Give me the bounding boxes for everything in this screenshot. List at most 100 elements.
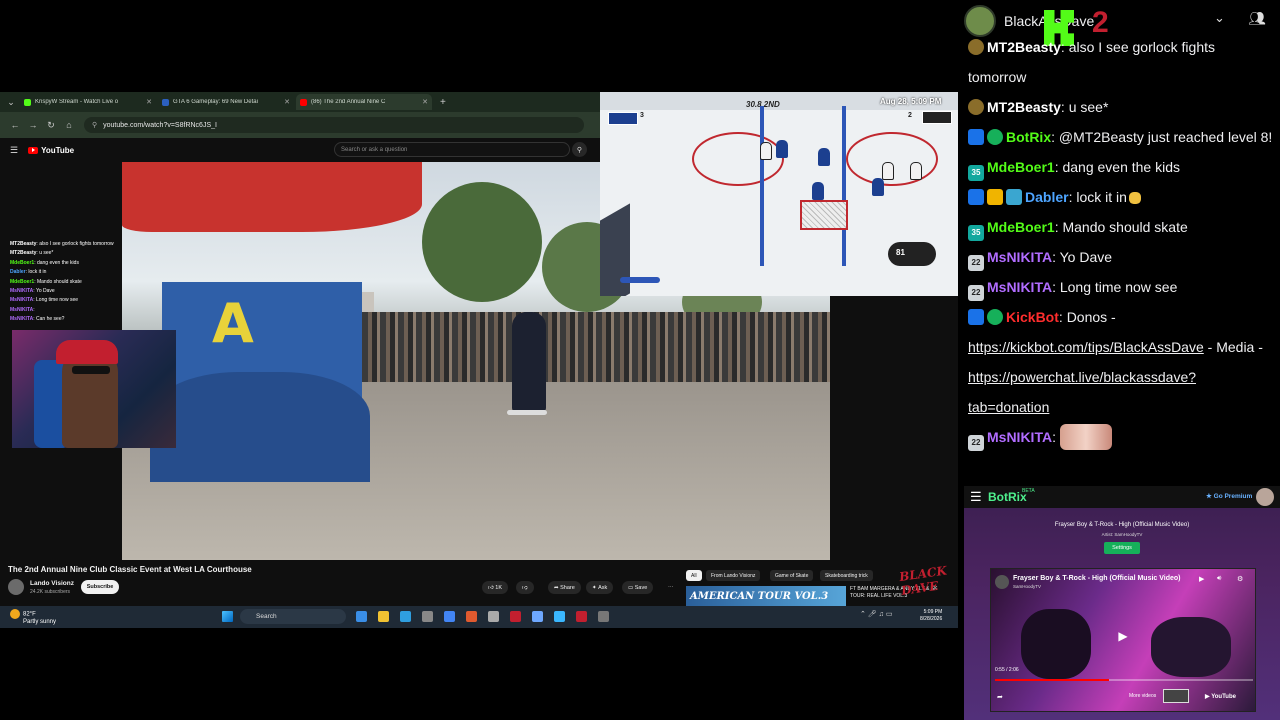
forward-arrow-icon[interactable]: → [24,120,42,130]
blue-line [760,106,764,266]
chat-username[interactable]: Dabler [1025,189,1069,205]
video-title: The 2nd Annual Nine Club Classic Event a… [8,565,252,574]
home-icon[interactable]: ⌂ [60,120,78,130]
save-button[interactable]: ▭ Save [622,581,654,594]
taskbar-search-label: Search [256,613,277,620]
share-icon: ➦ [554,584,559,591]
chat-text: lock it in [1076,189,1127,205]
taskbar-app-icon[interactable] [510,611,521,622]
filter-chip[interactable]: From Lando Visionz [706,570,761,581]
taskbar-app-icon[interactable] [598,611,609,622]
chat-username[interactable]: MsNIKITA [987,279,1052,295]
chat-username[interactable]: BotRix [1006,129,1051,145]
like-button[interactable]: 👍︎ 1K [482,581,509,594]
play-button-icon[interactable]: ▶ [1113,629,1133,649]
ask-button[interactable]: ✦ Ask [586,581,614,594]
chat-username[interactable]: KickBot [1006,309,1059,325]
taskbar-app-icon[interactable] [400,611,411,622]
tab-menu-chevron-icon[interactable]: ⌄ [4,95,18,109]
youtube-logo[interactable]: ▶ YouTube [1205,693,1236,700]
stream-layout: ⌄ KrispyW Stream - Watch Live o ✕ GTA 6 Ga… [0,0,1280,720]
graffiti-letter: A [212,292,254,355]
subscribe-button[interactable]: Subscribe [81,580,119,594]
botrix-name: BotRix [988,490,1027,504]
chevron-down-icon[interactable]: ⌄ [1214,10,1225,26]
subscriber-count: 24.2K subscribers [30,589,71,595]
skater-figure [512,312,546,412]
browser-tab[interactable]: KrispyW Stream - Watch Live o ✕ [20,94,156,110]
youtube-search-input[interactable]: Search or ask a question [334,142,570,157]
youtube-logo[interactable]: YouTube [28,146,74,155]
url-input[interactable]: ⚲ youtube.com/watch?v=S8fRNc6JS_I [84,117,584,133]
recommended-thumbnail[interactable]: AMERICAN TOUR VOL.3 [686,586,846,606]
browser-tab[interactable]: GTA 6 Gameplay: 69 New Detai ✕ [158,94,294,110]
more-videos-thumbnail[interactable] [1163,689,1189,703]
taskbar-app-icon[interactable] [378,611,389,622]
chat-username[interactable]: MdeBoer1 [987,159,1055,175]
search-icon[interactable]: ⚲ [572,142,587,157]
hockey-player [818,148,830,166]
site-info-icon[interactable]: ⚲ [92,121,97,129]
chat-link[interactable]: https://kickbot.com/tips/BlackAssDave [968,339,1204,355]
menu-hamburger-icon[interactable]: ☰ [10,145,18,156]
chat-username[interactable]: MsNIKITA [987,429,1052,445]
youtube-logo-text: YouTube [41,145,75,155]
more-actions-button[interactable]: ⋯ [662,581,680,594]
taskbar-app-icon[interactable] [422,611,433,622]
channel-avatar[interactable] [8,579,24,595]
share-button[interactable]: ➦ Share [548,581,581,594]
taskbar-app-icon[interactable] [554,611,565,622]
taskbar-app-icon[interactable] [356,611,367,622]
settings-gear-icon[interactable]: ⚙ [1237,575,1243,583]
system-tray-icons[interactable]: ⌃ 🎤︎ ♫ ▭ [860,610,892,618]
volume-icon[interactable]: 🔊︎ [1217,575,1221,583]
menu-hamburger-icon[interactable]: ☰ [970,489,982,505]
taskbar-app-icon[interactable] [444,611,455,622]
chat-username[interactable]: MdeBoer1 [987,219,1055,235]
close-tab-icon[interactable]: ✕ [146,98,152,106]
embed-channel[interactable]: SamHoodyTV [1013,584,1041,589]
taskbar-search[interactable]: Search [240,609,346,624]
weather-widget[interactable]: 82°F Partly sunny [10,609,56,626]
embed-progress-bar[interactable] [995,679,1253,681]
taskbar-app-icon[interactable] [576,611,587,622]
settings-button[interactable]: Settings [1104,542,1140,554]
more-videos-label[interactable]: More videos [1129,693,1156,699]
go-premium-link[interactable]: ★ Go Premium [1206,492,1252,500]
dislike-button[interactable]: 👎︎ [516,581,534,594]
ask-label: Ask [598,584,608,591]
taskbar-clock[interactable]: 5:09 PM 8/28/2026 [920,609,942,623]
windows-start-icon[interactable] [222,611,233,622]
chat-link[interactable]: https://powerchat.live/blackassdave?tab=… [968,369,1196,415]
chat-username[interactable]: MsNIKITA [987,249,1052,265]
channel-name[interactable]: Lando Visionz [30,580,74,587]
embed-title[interactable]: Frayser Boy & T-Rock - High (Official Mu… [1013,575,1181,582]
share-icon[interactable]: ➦ [997,693,1003,701]
user-avatar[interactable] [1256,488,1274,506]
mod-badge-icon [968,189,984,205]
taskbar-app-icon[interactable] [488,611,499,622]
chat-colon: : [1058,309,1067,325]
save-label: Save [634,584,648,591]
player-rating-badge: 81 [888,242,936,266]
new-tab-plus-icon[interactable]: + [440,97,446,108]
filter-chip[interactable]: Skateboarding trick [820,570,873,581]
taskbar-app-icon[interactable] [466,611,477,622]
play-small-icon[interactable]: ▶ [1199,575,1204,583]
music-video-embed[interactable]: Frayser Boy & T-Rock - High (Official Mu… [990,568,1256,712]
back-arrow-icon[interactable]: ← [6,120,24,130]
filter-chip[interactable]: Game of Skate [770,570,814,581]
close-tab-icon[interactable]: ✕ [422,98,428,106]
filter-chip[interactable]: All [686,570,702,581]
users-icon[interactable]: 👥︎ [1248,10,1266,27]
verified-badge-icon [987,309,1003,325]
sub35-badge-icon: 35 [968,165,984,181]
taskbar-app-icon[interactable] [532,611,543,622]
close-tab-icon[interactable]: ✕ [284,98,290,106]
reload-icon[interactable]: ↻ [42,120,60,131]
browser-tab[interactable]: (86) The 2nd Annual Nine C ✕ [296,94,432,110]
chat-username[interactable]: MT2Beasty [987,99,1061,115]
thumbs-down-icon: 👎︎ [522,584,528,591]
embed-channel-avatar[interactable] [995,575,1009,589]
chat-username[interactable]: MT2Beasty [987,39,1061,55]
